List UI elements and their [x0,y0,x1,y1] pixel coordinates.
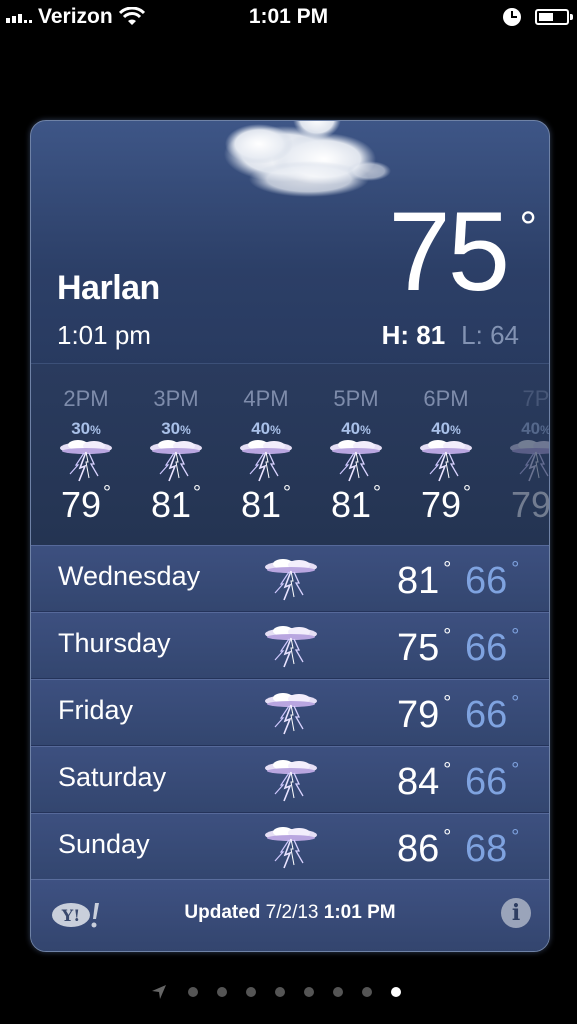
day-high: 79 ° [397,692,452,736]
hour-temperature: 81 ° [330,482,382,525]
weather-card[interactable]: 75 ° Harlan 1:01 pm H: 81 L: 64 2PM 30% 7… [30,120,550,952]
hour-label: 2PM [63,386,109,411]
page-dot[interactable] [217,987,227,997]
day-high: 84 ° [397,759,452,803]
thunderstorm-icon [261,756,321,802]
daily-row: Friday 79 ° 66 ° [31,679,549,746]
day-name: Thursday [58,628,171,658]
day-high: 81 ° [397,558,452,602]
hour-label: 7P [522,386,549,411]
thunderstorm-icon [326,436,386,482]
page-dot[interactable] [304,987,314,997]
hourly-forecast[interactable]: 2PM 30% 79 ° 3PM 30% 81 ° 4PM 40% 81 ° 5PM … [31,363,549,547]
status-time: 1:01 PM [248,5,329,28]
hour-temperature: 79° [60,482,112,525]
page-dot[interactable] [333,987,343,997]
day-low: 66 ° [465,692,520,736]
city-name: Harlan [57,269,160,307]
hour-label: 4PM [243,386,289,411]
day-low: 68 ° [465,826,520,870]
hour-label: 3PM [153,386,199,411]
info-icon[interactable]: i [501,898,531,928]
status-right [503,8,573,26]
footer-bar: Y! Updated 7/2/13 1:01 PM i [31,879,549,951]
day-low: 66 ° [465,625,520,669]
day-low: 66 ° [465,558,520,602]
high-temperature: H: 81 [381,320,446,350]
page-dot[interactable] [188,987,198,997]
current-temperature-degree: ° [519,203,537,252]
daily-row: Thursday 75 ° 66 ° [31,612,549,679]
battery-icon [535,9,573,25]
page-indicator[interactable] [0,980,577,1004]
daily-row: Sunday 86 ° 68 ° [31,813,549,880]
day-name: Wednesday [58,561,201,591]
day-name: Sunday [58,829,150,859]
page-dot[interactable] [275,987,285,997]
hour-label: 5PM [333,386,379,411]
hour-temperature: 81 ° [150,482,202,525]
cloud-icon [224,121,391,197]
day-name: Friday [58,695,134,725]
hour-label: 6PM [423,386,469,411]
page-dot[interactable] [391,987,401,997]
location-arrow-icon[interactable] [150,983,168,1001]
thunderstorm-icon [416,436,476,482]
clock-icon [503,8,521,26]
local-time: 1:01 pm [57,320,151,350]
battery-level [539,13,553,21]
status-bar: Verizon 1:01 PM [0,0,577,36]
hour-temperature: 81 ° [240,482,292,525]
day-high: 86 ° [397,826,452,870]
thunderstorm-icon [236,436,296,482]
thunderstorm-icon [506,436,549,482]
day-name: Saturday [58,762,167,792]
day-low: 66 ° [465,759,520,803]
daily-row: Saturday 84 ° 66 ° [31,746,549,813]
thunderstorm-icon [56,436,116,482]
thunderstorm-icon [261,622,321,668]
current-temperature: 75 [388,189,510,314]
daily-forecast: Wednesday 81 ° 66 ° Thursday 75 ° 66 ° Frida… [31,545,549,880]
page-dot[interactable] [362,987,372,997]
thunderstorm-icon [261,823,321,869]
daily-row: Wednesday 81 ° 66 ° [31,545,549,612]
high-low: H: 81 L: 64 [382,320,519,351]
hour-temperature: 79° [420,482,472,525]
hour-temperature: 79° [510,484,549,525]
thunderstorm-icon [261,689,321,735]
page-dot[interactable] [246,987,256,997]
day-high: 75 ° [397,625,452,669]
low-temperature: L: 64 [461,320,519,350]
thunderstorm-icon [146,436,206,482]
thunderstorm-icon [261,555,321,601]
updated-timestamp: Updated 7/2/13 1:01 PM [184,902,396,923]
